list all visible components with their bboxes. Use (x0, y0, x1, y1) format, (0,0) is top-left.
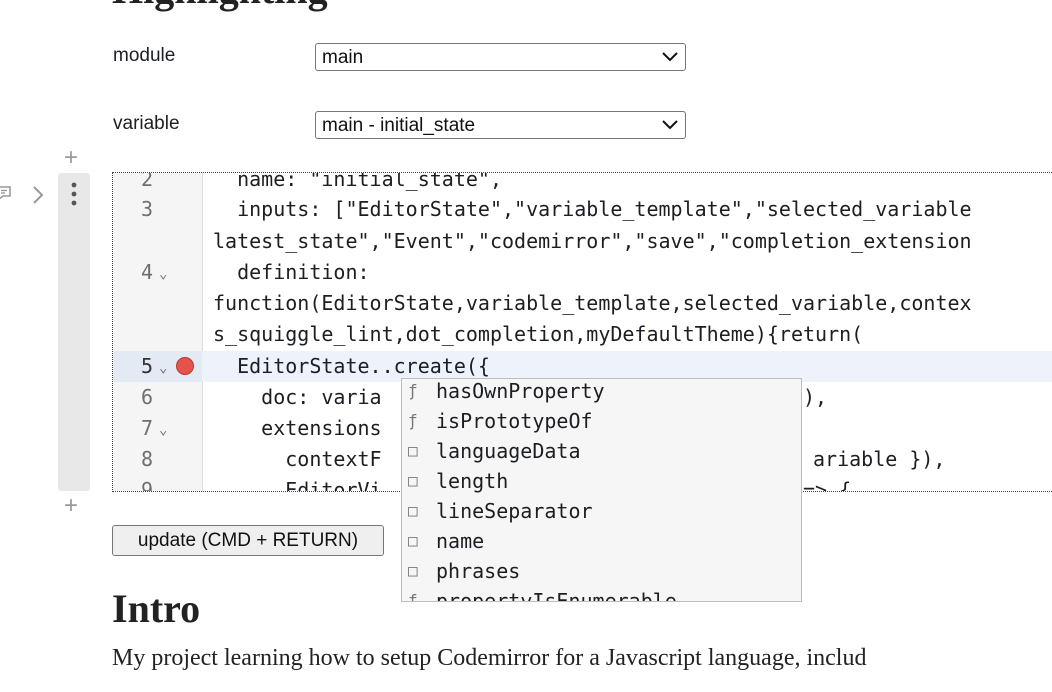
property-icon: □ (408, 471, 418, 490)
code-line: name: "initial_state", (213, 172, 502, 191)
line-number: 5 (140, 354, 153, 378)
code-line: inputs: ["EditorState","variable_templat… (213, 197, 972, 221)
line-number: 8 (140, 447, 153, 471)
method-icon: ƒ (408, 591, 418, 602)
line-number: 3 (140, 197, 153, 221)
autocomplete-popup[interactable]: ƒ hasOwnProperty ƒ isPrototypeOf □ language… (401, 378, 802, 602)
variable-label: variable (113, 113, 180, 134)
variable-select-value: main - initial_state (322, 115, 476, 136)
kebab-icon[interactable] (69, 181, 79, 207)
module-select-value: main (322, 47, 364, 68)
code-line: contextF (213, 447, 382, 471)
module-select[interactable]: main (315, 43, 686, 71)
code-line: EditorState..create({ (213, 354, 490, 378)
property-icon: □ (408, 531, 418, 550)
autocomplete-option[interactable]: □ phrases (402, 559, 801, 589)
code-line: latest_state","Event","codemirror","save… (213, 229, 972, 253)
line-number: 7 (140, 416, 153, 440)
comment-icon[interactable] (0, 184, 14, 202)
variable-select[interactable]: main - initial_state (315, 111, 686, 139)
property-icon: □ (408, 561, 418, 580)
code-line-tail: ), (803, 385, 828, 409)
add-cell-below-button[interactable]: + (64, 494, 78, 518)
page-title: Highlighting (112, 0, 328, 10)
code-line-tail: ariable }), (813, 447, 946, 471)
fold-marker[interactable]: ⌄ (159, 422, 167, 438)
code-line: function(EditorState,variable_template,s… (213, 291, 972, 315)
cell-drag-handle[interactable] (58, 173, 90, 491)
module-label: module (113, 45, 176, 66)
breakpoint-marker[interactable] (176, 357, 194, 375)
add-cell-above-button[interactable]: + (64, 146, 78, 170)
fold-marker[interactable]: ⌄ (159, 266, 167, 282)
line-number: 4 (140, 260, 153, 284)
method-icon: ƒ (408, 411, 418, 430)
fold-marker[interactable]: ⌄ (159, 360, 167, 376)
chevron-down-icon (662, 52, 678, 62)
update-button[interactable]: update (CMD + RETURN) (112, 525, 384, 556)
autocomplete-option[interactable]: ƒ propertyIsEnumerable (402, 589, 801, 602)
property-icon: □ (408, 501, 418, 520)
code-line: definition: (213, 260, 370, 284)
intro-paragraph: My project learning how to setup Codemir… (112, 645, 867, 671)
property-icon: □ (408, 441, 418, 460)
line-number: 6 (140, 385, 153, 409)
line-number: 2 (140, 172, 153, 191)
intro-heading: Intro (112, 586, 201, 631)
code-line: doc: varia (213, 385, 382, 409)
autocomplete-option[interactable]: □ languageData (402, 439, 801, 469)
autocomplete-option[interactable]: □ name (402, 529, 801, 559)
code-line: s_squiggle_lint,dot_completion,myDefault… (213, 322, 864, 346)
autocomplete-option[interactable]: ƒ hasOwnProperty (402, 379, 801, 409)
chevron-right-icon[interactable] (30, 184, 46, 206)
method-icon: ƒ (408, 381, 418, 400)
autocomplete-option[interactable]: □ length (402, 469, 801, 499)
chevron-down-icon (662, 120, 678, 130)
line-number: 9 (140, 478, 153, 492)
code-line-tail: => { (803, 478, 852, 492)
code-line: extensions (213, 416, 382, 440)
code-line: EditorVi (213, 478, 382, 492)
autocomplete-option[interactable]: ƒ isPrototypeOf (402, 409, 801, 439)
autocomplete-option[interactable]: □ lineSeparator (402, 499, 801, 529)
